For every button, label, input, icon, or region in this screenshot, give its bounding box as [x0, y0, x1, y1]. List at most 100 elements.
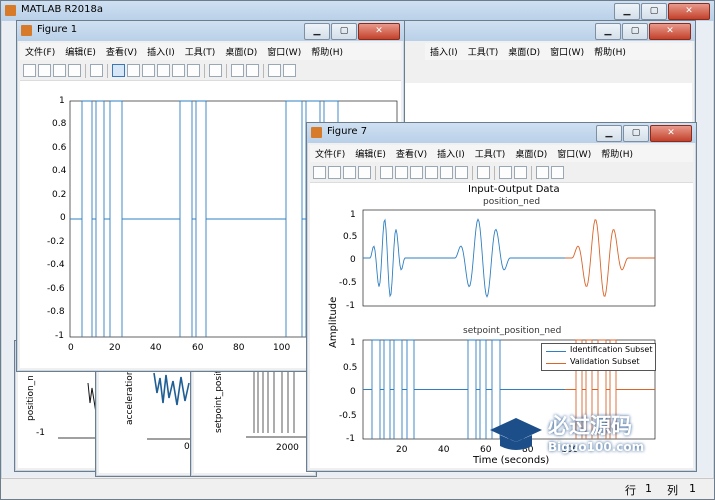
minimize-button[interactable]: ▁: [304, 23, 330, 40]
minimize-button[interactable]: ▁: [596, 125, 622, 142]
open-file-icon[interactable]: [38, 64, 51, 77]
figure-1-menubar: 文件(F) 编辑(E) 查看(V) 插入(I) 工具(T) 桌面(D) 窗口(W…: [20, 43, 401, 60]
figure-7-title: Figure 7: [327, 126, 368, 137]
menu-insert[interactable]: 插入(I): [432, 147, 470, 160]
menu-file[interactable]: 文件(F): [20, 45, 60, 58]
pan-icon[interactable]: [410, 166, 423, 179]
close-button[interactable]: ✕: [358, 23, 400, 40]
minimize-button[interactable]: ▁: [614, 3, 640, 20]
y-tick-label: -0.8: [47, 307, 65, 317]
status-row-value: 1: [645, 482, 652, 495]
figure-icon: [311, 127, 322, 138]
y-tick-label: 0.5: [343, 363, 358, 373]
link-plot-icon[interactable]: [477, 166, 490, 179]
data-cursor-icon[interactable]: [440, 166, 453, 179]
menu-insert[interactable]: 插入(I): [142, 45, 180, 58]
menu-desktop[interactable]: 桌面(D): [503, 45, 545, 58]
menu-tools[interactable]: 工具(T): [470, 147, 511, 160]
y-tick-label: -0.6: [47, 284, 65, 294]
y-axis-label: Amplitude: [328, 296, 339, 348]
brush-icon[interactable]: [455, 166, 468, 179]
y-tick-label: 0.4: [52, 166, 67, 176]
y-tick-label: 1: [350, 338, 356, 348]
figure-window-back-top[interactable]: ▁ ▢ ✕ 插入(I) 工具(T) 桌面(D) 窗口(W) 帮助(H): [398, 20, 696, 132]
maximize-button[interactable]: ▢: [622, 23, 648, 40]
brush-icon[interactable]: [187, 64, 200, 77]
legend-icon[interactable]: [514, 166, 527, 179]
menu-insert[interactable]: 插入(I): [425, 45, 463, 58]
zoom-out-icon[interactable]: [395, 166, 408, 179]
pan-icon[interactable]: [142, 64, 155, 77]
legend-box[interactable]: Identification Subset Validation Subset: [541, 343, 656, 371]
menu-window[interactable]: 窗口(W): [552, 147, 596, 160]
menu-view[interactable]: 查看(V): [391, 147, 432, 160]
x-tick-label: 20: [109, 343, 121, 353]
rotate-3d-icon[interactable]: [157, 64, 170, 77]
menu-edit[interactable]: 编辑(E): [350, 147, 391, 160]
link-plot-icon[interactable]: [209, 64, 222, 77]
close-button[interactable]: ✕: [649, 23, 691, 40]
new-figure-icon[interactable]: [23, 64, 36, 77]
toolbar-separator: [204, 63, 205, 78]
new-figure-icon[interactable]: [313, 166, 326, 179]
show-plot-tools-icon[interactable]: [551, 166, 564, 179]
menu-tools[interactable]: 工具(T): [180, 45, 221, 58]
colorbar-icon[interactable]: [499, 166, 512, 179]
y-tick-label: 1: [350, 210, 356, 220]
y-tick-label: 0.5: [343, 232, 358, 242]
print-icon[interactable]: [68, 64, 81, 77]
menu-help[interactable]: 帮助(H): [589, 45, 631, 58]
arrow-select-icon[interactable]: [90, 64, 103, 77]
zoom-in-icon[interactable]: [380, 166, 393, 179]
open-file-icon[interactable]: [328, 166, 341, 179]
status-col-label: 列: [667, 484, 678, 497]
menu-edit[interactable]: 编辑(E): [60, 45, 101, 58]
maximize-button[interactable]: ▢: [623, 125, 649, 142]
toolbar-separator: [531, 165, 532, 180]
figure-1-title: Figure 1: [37, 24, 78, 35]
menu-window[interactable]: 窗口(W): [262, 45, 306, 58]
matlab-status-bar: 行 1 列 1: [1, 478, 714, 499]
save-icon[interactable]: [343, 166, 356, 179]
legend-line-identification: [546, 351, 566, 352]
menu-desktop[interactable]: 桌面(D): [220, 45, 262, 58]
colorbar-icon[interactable]: [231, 64, 244, 77]
figure-1-title-bar: Figure 1 ▁ ▢ ✕: [17, 21, 404, 41]
y-tick-label: -1: [55, 331, 64, 341]
menu-file[interactable]: 文件(F): [310, 147, 350, 160]
watermark-text: 必过源码: [548, 414, 632, 438]
toolbar-separator: [226, 63, 227, 78]
zoom-in-icon[interactable]: [112, 64, 125, 77]
x-tick-label: 0: [68, 343, 74, 353]
matlab-title: MATLAB R2018a: [21, 4, 104, 15]
hide-plot-tools-icon[interactable]: [268, 64, 281, 77]
menu-window[interactable]: 窗口(W): [545, 45, 589, 58]
y-tick-label: -0.5: [339, 411, 357, 421]
rotate-3d-icon[interactable]: [425, 166, 438, 179]
minimize-button[interactable]: ▁: [595, 23, 621, 40]
menu-view[interactable]: 查看(V): [101, 45, 142, 58]
figure-1-toolbar: [20, 61, 401, 81]
menu-help[interactable]: 帮助(H): [306, 45, 348, 58]
figure-7-toolbar: [310, 163, 693, 183]
hide-plot-tools-icon[interactable]: [536, 166, 549, 179]
print-icon[interactable]: [358, 166, 371, 179]
zoom-out-icon[interactable]: [127, 64, 140, 77]
graduation-cap-icon: [490, 418, 542, 450]
data-cursor-icon[interactable]: [172, 64, 185, 77]
save-icon[interactable]: [53, 64, 66, 77]
menu-desktop[interactable]: 桌面(D): [510, 147, 552, 160]
subplot-1-title: position_ned: [483, 197, 541, 207]
toolbar-separator: [494, 165, 495, 180]
menu-help[interactable]: 帮助(H): [596, 147, 638, 160]
y-tick-label: 0.6: [52, 143, 67, 153]
matlab-title-bar: MATLAB R2018a ▁ ▢ ✕: [1, 1, 714, 21]
maximize-button[interactable]: ▢: [641, 3, 667, 20]
show-plot-tools-icon[interactable]: [283, 64, 296, 77]
menu-tools[interactable]: 工具(T): [463, 45, 504, 58]
close-button[interactable]: ✕: [668, 3, 710, 20]
maximize-button[interactable]: ▢: [331, 23, 357, 40]
close-button[interactable]: ✕: [650, 125, 692, 142]
y-tick-label: -1: [346, 434, 355, 444]
legend-icon[interactable]: [246, 64, 259, 77]
